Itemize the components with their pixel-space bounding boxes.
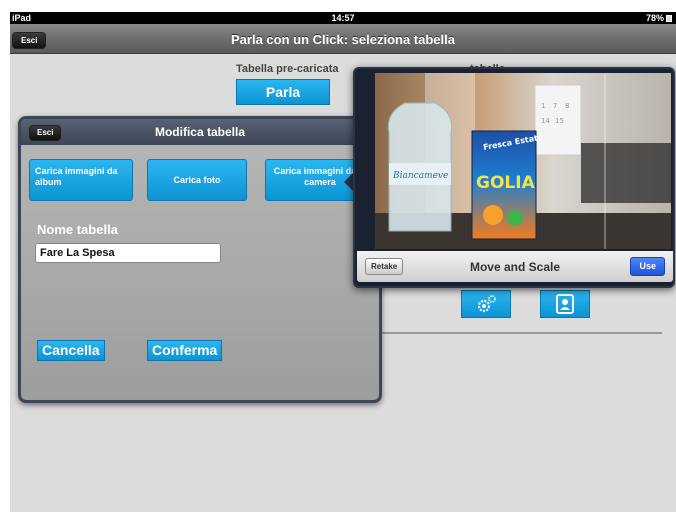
battery-percent: 78% xyxy=(645,13,664,23)
photo-preview: 178 14 15 Biancameve Fresca Estate GOLIA xyxy=(375,73,671,249)
box-brand: GOLIA xyxy=(476,173,536,193)
battery-indicator: 78% xyxy=(646,13,672,23)
edit-table-popover: Esci Modifica tabella Carica immagini da… xyxy=(18,116,382,403)
camera-toolbar: Retake Move and Scale Use xyxy=(357,251,673,282)
table-name-label: Nome tabella xyxy=(37,222,118,237)
table-name-input[interactable] xyxy=(35,243,221,263)
move-scale-title: Move and Scale xyxy=(469,260,561,274)
contact-card-icon xyxy=(556,294,574,314)
confirm-button[interactable]: Conferma xyxy=(147,340,223,361)
bottle-label: Biancameve xyxy=(392,171,448,181)
popover-header: Esci Modifica tabella xyxy=(21,119,379,145)
camera-photo[interactable]: 178 14 15 Biancameve Fresca Estate GOLIA xyxy=(375,73,671,249)
camera-popover: 178 14 15 Biancameve Fresca Estate GOLIA … xyxy=(353,67,675,288)
svg-text:15: 15 xyxy=(555,117,564,125)
cancel-button[interactable]: Cancella xyxy=(37,340,105,361)
contact-button[interactable] xyxy=(540,290,590,318)
svg-text:14: 14 xyxy=(541,117,550,125)
nav-bar: Esci Parla con un Click: seleziona tabel… xyxy=(10,24,676,54)
gears-icon xyxy=(477,295,496,313)
parla-button[interactable]: Parla xyxy=(236,79,330,105)
popover-title: Modifica tabella xyxy=(154,125,246,139)
preloaded-table-label: Tabella pre-caricata xyxy=(236,63,339,75)
ipad-screen: iPad 14:57 78% Esci Parla con un Click: … xyxy=(10,12,676,512)
battery-icon xyxy=(666,14,672,22)
use-button[interactable]: Use xyxy=(630,257,665,276)
svg-text:1: 1 xyxy=(541,102,545,110)
status-time: 14:57 xyxy=(331,13,355,23)
load-photo-button[interactable]: Carica foto xyxy=(147,159,247,201)
svg-text:8: 8 xyxy=(565,102,569,110)
status-bar: iPad 14:57 78% xyxy=(10,12,676,24)
nav-title: Parla con un Click: seleziona tabella xyxy=(231,32,455,47)
settings-button[interactable] xyxy=(461,290,511,318)
svg-text:7: 7 xyxy=(553,102,557,110)
load-album-images-button[interactable]: Carica immagini da album xyxy=(29,159,133,201)
divider-line xyxy=(380,332,662,334)
